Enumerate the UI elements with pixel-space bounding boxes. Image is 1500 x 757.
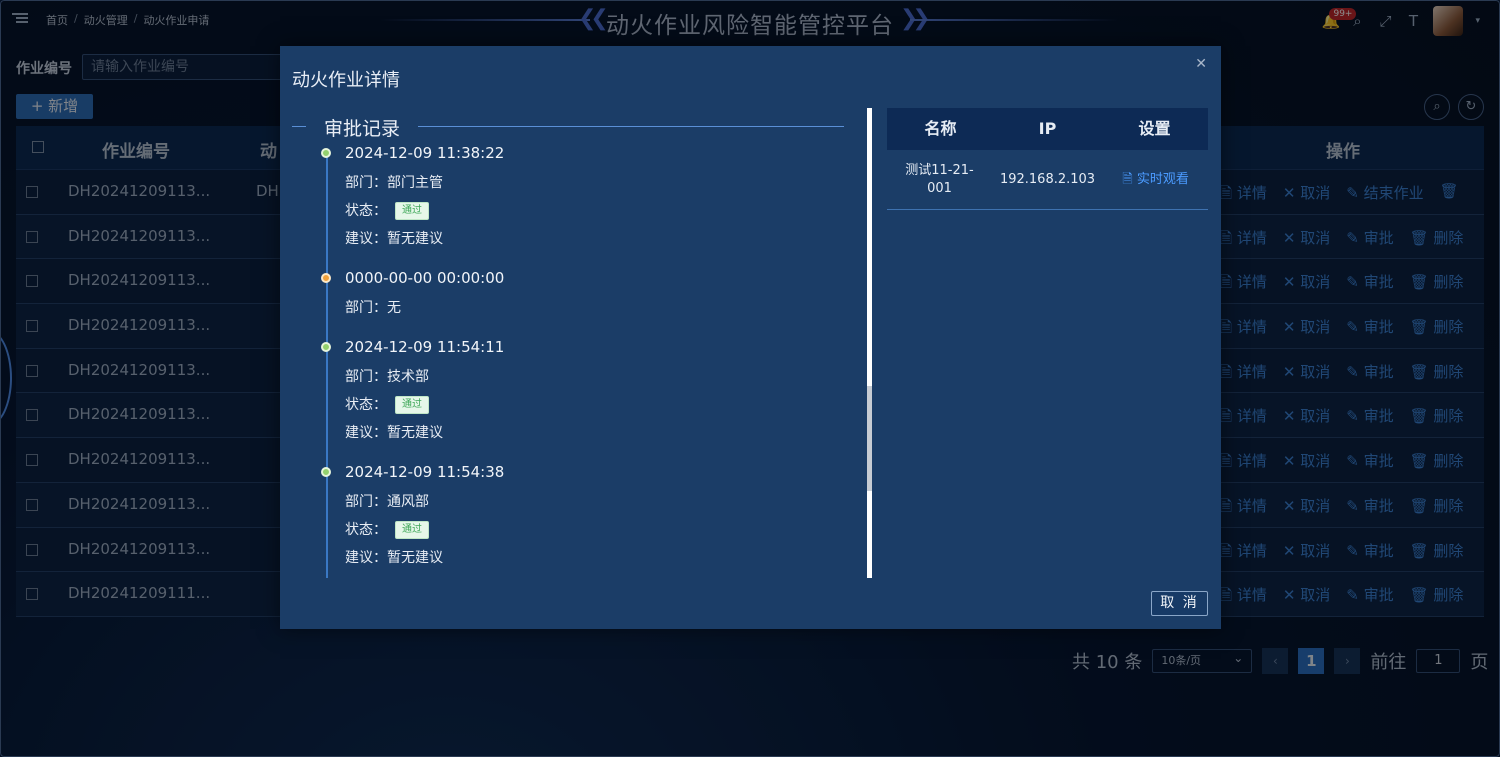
dept-value: 技术部	[387, 369, 429, 385]
record-time: 0000-00-00 00:00:00	[345, 269, 505, 287]
dept-label: 部门：	[345, 369, 387, 385]
record-time: 2024-12-09 11:54:38	[345, 463, 505, 481]
camera-header-ip: IP	[1038, 119, 1057, 138]
record-advice: 建议：暂无建议	[345, 228, 443, 248]
camera-table-header: 名称 IP 设置	[887, 108, 1208, 150]
camera-name: 测试11-21-001	[905, 162, 974, 196]
live-view-label: 实时观看	[1136, 171, 1189, 187]
app-window: 首页 / 动火管理 / 动火作业申请 ❮❮ 动火作业风险智能管控平台 ❯❯ 🔔 9…	[0, 0, 1500, 757]
record-dept: 部门：无	[345, 297, 401, 317]
status-label: 状态：	[345, 203, 387, 219]
section-divider-right	[418, 126, 844, 127]
cancel-button[interactable]: 取 消	[1151, 591, 1208, 616]
dept-value: 部门主管	[387, 175, 443, 191]
timeline-line	[326, 152, 328, 578]
status-label: 状态：	[345, 522, 387, 538]
record-status: 状态： 通过	[345, 519, 429, 539]
section-title: 审批记录	[324, 118, 401, 140]
record-dept: 部门：部门主管	[345, 172, 443, 192]
job-detail-dialog: 动火作业详情 ✕ 审批记录 2024-12-09 11:38:22 部门：部门主管…	[280, 46, 1221, 629]
scrollbar-thumb[interactable]	[867, 386, 872, 491]
record-status: 状态： 通过	[345, 394, 429, 414]
timeline-dot	[321, 467, 331, 477]
camera-ip: 192.168.2.103	[999, 171, 1096, 187]
status-badge: 通过	[395, 521, 429, 539]
record-dept: 部门：技术部	[345, 366, 429, 386]
status-label: 状态：	[345, 397, 387, 413]
close-icon[interactable]: ✕	[1195, 56, 1207, 72]
panel-scrollbar[interactable]	[867, 108, 872, 578]
record-status: 状态： 通过	[345, 200, 429, 220]
advice-label: 建议：	[345, 231, 387, 247]
record-dept: 部门：通风部	[345, 491, 429, 511]
status-badge: 通过	[395, 396, 429, 414]
dept-label: 部门：	[345, 494, 387, 510]
timeline-dot	[321, 148, 331, 158]
timeline-dot	[321, 273, 331, 283]
camera-header-settings: 设置	[1138, 119, 1171, 138]
dept-label: 部门：	[345, 175, 387, 191]
advice-value: 暂无建议	[387, 550, 443, 566]
live-view-link[interactable]: 🗎 实时观看	[1103, 171, 1208, 189]
advice-label: 建议：	[345, 425, 387, 441]
record-advice: 建议：暂无建议	[345, 422, 443, 442]
advice-label: 建议：	[345, 550, 387, 566]
record-time: 2024-12-09 11:54:11	[345, 338, 505, 356]
camera-header-name: 名称	[924, 119, 957, 138]
advice-value: 暂无建议	[387, 425, 443, 441]
status-badge: 通过	[395, 202, 429, 220]
record-time: 2024-12-09 11:38:22	[345, 144, 505, 162]
dept-value: 无	[387, 300, 401, 316]
dept-value: 通风部	[387, 494, 429, 510]
record-advice: 建议：暂无建议	[345, 547, 443, 567]
approval-record-panel: 审批记录 2024-12-09 11:38:22 部门：部门主管 状态： 通过 建议：暂…	[280, 108, 872, 578]
section-divider-left	[292, 126, 306, 127]
dept-label: 部门：	[345, 300, 387, 316]
camera-row: 测试11-21-001 192.168.2.103 🗎 实时观看	[887, 150, 1208, 210]
document-icon: 🗎	[1122, 171, 1137, 187]
dialog-title: 动火作业详情	[292, 70, 400, 91]
camera-panel: 名称 IP 设置 测试11-21-001 192.168.2.103 🗎 实时观…	[887, 108, 1208, 210]
timeline-dot	[321, 342, 331, 352]
advice-value: 暂无建议	[387, 231, 443, 247]
